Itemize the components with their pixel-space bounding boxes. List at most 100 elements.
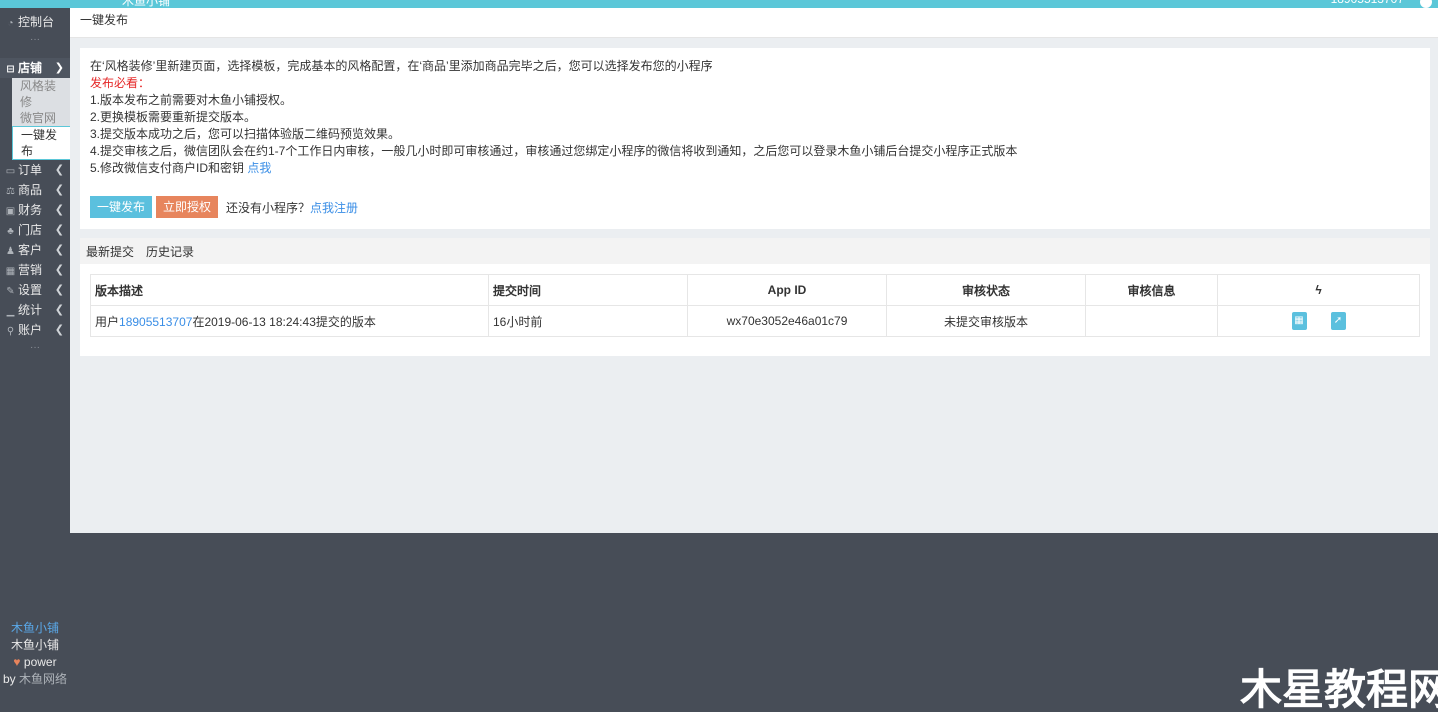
marketing-icon: ▦ [5,266,16,277]
store-icon: ♣ [7,226,14,237]
cell-actions: ▦ ➚ [1217,305,1420,337]
tab-bar: 最新提交 历史记录 [80,238,1430,264]
heart-icon: ♥ [13,655,21,669]
finance-icon: ▣ [5,206,16,217]
col-desc: 版本描述 [90,274,489,306]
col-appid: App ID [687,274,887,306]
chevron-left-icon: ❮ [54,304,64,316]
rule-4: 4.提交审核之后，微信团队会在约1-7个工作日内审核，一般几小时即可审核通过，审… [90,144,1018,158]
top-bar: 木鱼小铺 18905513707 [0,0,1438,8]
top-bar-user[interactable]: 18905513707 [1331,0,1404,6]
sidebar-subitem-style[interactable]: 风格装修 [12,78,70,110]
click-me-link[interactable]: 点我 [247,161,271,175]
sidebar-item-shop[interactable]: ⊟ 店铺 ❯ [0,58,70,78]
chevron-left-icon: ❮ [54,224,64,236]
sidebar-item-store[interactable]: ♣ 门店 ❮ [0,220,70,240]
footer-by-text: by [2,672,16,686]
shop-submenu: 风格装修 微官网 一键发布 [0,78,70,160]
sidebar-item-console[interactable]: ◔ 控制台 [0,8,70,36]
sidebar-item-label: 财务 [18,203,43,217]
cell-info [1085,305,1218,337]
sidebar-item-label: 设置 [18,283,43,297]
goods-icon: ⚖ [6,186,15,197]
rule-5: 5.修改微信支付商户ID和密钥 [90,161,245,175]
sidebar-subitem-publish[interactable]: 一键发布 [12,126,70,160]
sidebar-item-label: 客户 [18,243,43,257]
col-actions: ϟ [1217,274,1420,306]
table-header-row: 版本描述 提交时间 App ID 审核状态 审核信息 ϟ [90,274,1420,306]
footer-by: by 木鱼网络 [0,671,70,688]
sidebar-item-label: 统计 [18,303,43,317]
breadcrumb: 一键发布 [70,8,1438,38]
settings-icon: ✎ [6,286,15,297]
sidebar-footer: 木鱼小铺 木鱼小铺 ♥ power by 木鱼网络 [0,620,70,688]
table-row: 用户18905513707在2019-06-13 18:24:43提交的版本 1… [90,305,1420,337]
sidebar-item-goods[interactable]: ⚖ 商品 ❮ [0,180,70,200]
desc-suffix: 在2019-06-13 18:24:43提交的版本 [192,314,376,329]
chevron-left-icon: ❮ [54,244,64,256]
cell-appid: wx70e3052e46a01c79 [687,305,887,337]
sidebar: ◔ 控制台 ··· ⊟ 店铺 ❯ 风格装修 微官网 一键发布 ▭ 订单 ❮ ⚖ 商品 ❮ ▣… [0,8,70,712]
tab-history[interactable]: 历史记录 [146,243,194,260]
publish-button[interactable]: 一键发布 [90,196,153,218]
register-link[interactable]: 点我注册 [310,201,358,215]
cell-desc: 用户18905513707在2019-06-13 18:24:43提交的版本 [90,305,489,337]
sidebar-item-label: 营销 [18,263,43,277]
main-content: 一键发布 在‘风格装修’里新建页面，选择模板，完成基本的风格配置，在‘商品’里添… [70,8,1438,533]
rule-2: 2.更换模板需要重新提交版本。 [90,110,257,124]
chevron-left-icon: ❮ [54,264,64,276]
footer-brand: 木鱼小铺 [10,638,59,652]
sidebar-item-stats[interactable]: ▁ 统计 ❮ [0,300,70,320]
sidebar-item-label: 店铺 [18,61,43,75]
sidebar-item-finance[interactable]: ▣ 财务 ❮ [0,200,70,220]
tab-latest[interactable]: 最新提交 [86,243,134,260]
dashboard-icon: ◔ [7,18,14,29]
qrcode-icon[interactable]: ▦ [1291,312,1307,330]
help-icon[interactable] [1420,0,1432,8]
sidebar-divider: ··· [30,342,40,353]
customer-icon: ♟ [6,246,15,257]
stats-icon: ▁ [6,306,15,317]
no-app-text: 还没有小程序？ [226,200,311,215]
sidebar-item-settings[interactable]: ✎ 设置 ❮ [0,280,70,300]
sidebar-subitem-microsite[interactable]: 微官网 [12,110,70,126]
sidebar-item-marketing[interactable]: ▦ 营销 ❮ [0,260,70,280]
watermark: 木星教程网 [1240,665,1438,712]
col-info: 审核信息 [1085,274,1218,306]
chevron-left-icon: ❮ [54,184,64,196]
authorize-button[interactable]: 立即授权 [156,196,219,218]
no-app-hint: 还没有小程序？点我注册 [226,199,358,216]
order-icon: ▭ [5,166,16,177]
footer-power-text: power [23,655,57,669]
chevron-left-icon: ❮ [54,284,64,296]
rule-3: 3.提交版本成功之后，您可以扫描体验版二维码预览效果。 [90,127,401,141]
col-time: 提交时间 [488,274,688,306]
sidebar-item-account[interactable]: ⚲ 账户 ❮ [0,320,70,340]
sidebar-item-orders[interactable]: ▭ 订单 ❮ [0,160,70,180]
footer-brand-link[interactable]: 木鱼小铺 [0,620,70,637]
rocket-icon[interactable]: ➚ [1330,312,1346,330]
cell-time: 16小时前 [488,305,688,337]
intro-text: 在‘风格装修’里新建页面，选择模板，完成基本的风格配置，在‘商品’里添加商品完毕… [90,59,713,73]
rule-5-row: 5.修改微信支付商户ID和密钥 点我 [90,160,1420,177]
account-icon: ⚲ [6,326,15,337]
sidebar-item-customer[interactable]: ♟ 客户 ❮ [0,240,70,260]
desc-prefix: 用户 [95,314,120,329]
sidebar-item-label: 订单 [18,163,43,177]
col-status: 审核状态 [886,274,1086,306]
versions-panel: 最新提交 历史记录 版本描述 提交时间 App ID 审核状态 审核信息 ϟ 用… [80,238,1430,356]
sidebar-item-label: 商品 [18,183,43,197]
user-link[interactable]: 18905513707 [119,315,192,329]
cell-status: 未提交审核版本 [886,305,1086,337]
sidebar-item-label: 账户 [18,323,43,337]
chevron-left-icon: ❮ [54,204,64,216]
chevron-left-icon: ❮ [54,324,64,336]
sidebar-item-label: 门店 [18,223,43,237]
rule-1: 1.版本发布之前需要对木鱼小铺授权。 [90,93,293,107]
footer-company: 木鱼网络 [19,672,68,686]
intro-panel: 在‘风格装修’里新建页面，选择模板，完成基本的风格配置，在‘商品’里添加商品完毕… [80,48,1430,229]
chevron-down-icon: ❯ [54,62,64,74]
chevron-left-icon: ❮ [54,164,64,176]
basket-icon: ⊟ [6,64,15,75]
footer-power: ♥ power [0,654,70,671]
